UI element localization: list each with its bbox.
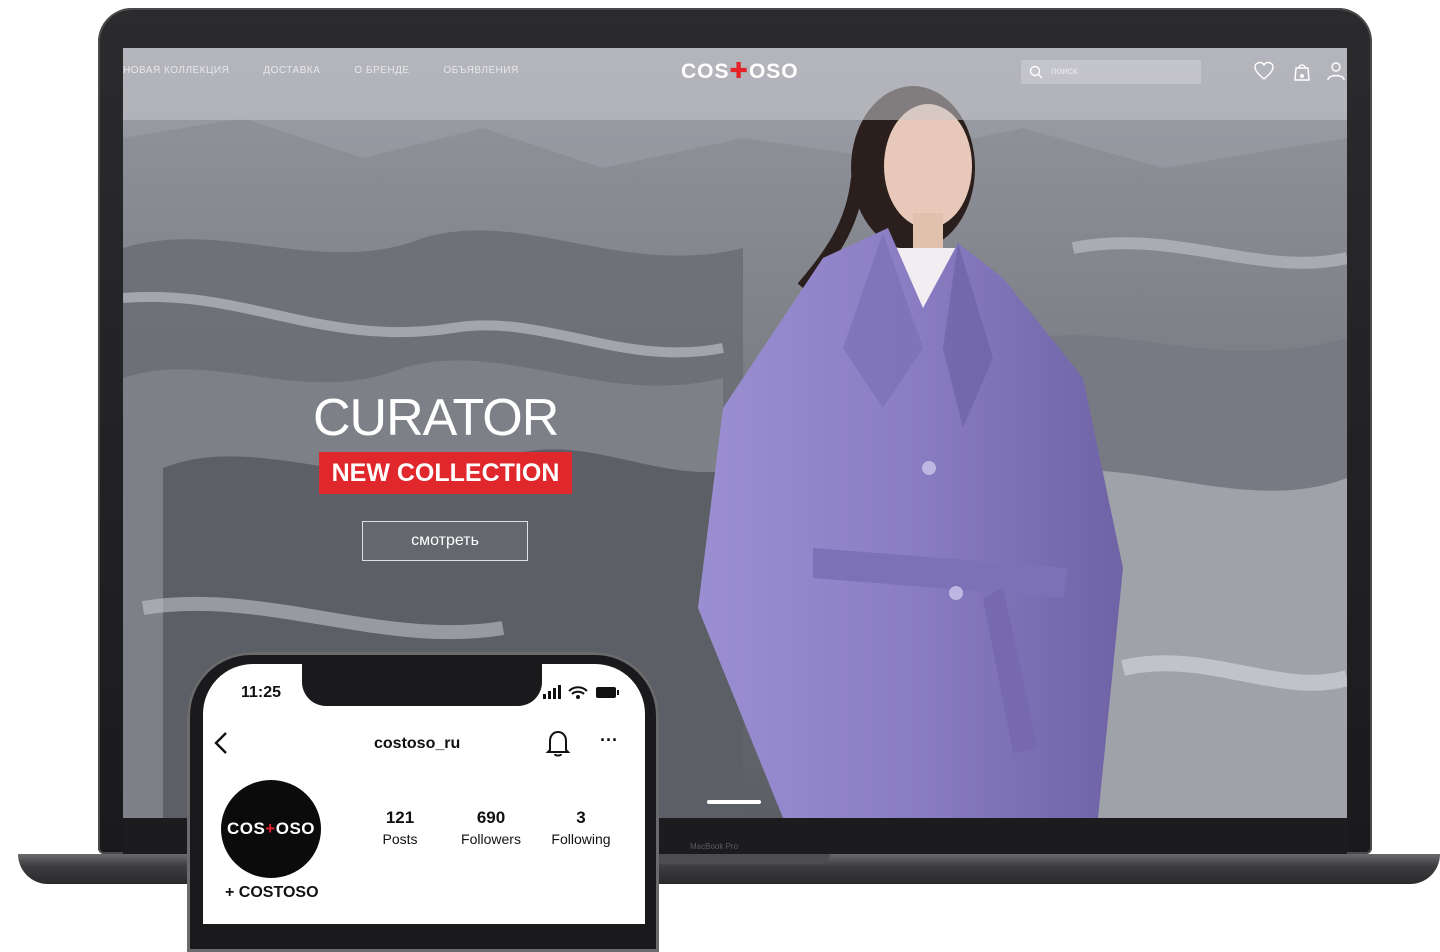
avatar-cross-icon: +	[265, 819, 276, 838]
nav-announcements[interactable]: объявления	[444, 65, 519, 76]
avatar-logo: COS+OSO	[227, 819, 315, 839]
main-nav: новая коллекция доставка о бренде объявл…	[123, 65, 519, 76]
bell-icon[interactable]	[544, 728, 572, 758]
site-header: новая коллекция доставка о бренде объявл…	[123, 48, 1347, 120]
heart-icon[interactable]	[1253, 60, 1275, 82]
nav-delivery[interactable]: доставка	[263, 65, 320, 76]
view-collection-button[interactable]: смотреть	[362, 521, 528, 561]
site-logo[interactable]: COS✚OSO	[681, 58, 799, 84]
stat-followers-value: 690	[476, 808, 506, 827]
back-chevron-icon[interactable]	[210, 730, 234, 756]
signal-icon	[543, 685, 561, 699]
nav-about[interactable]: о бренде	[354, 65, 409, 76]
stat-posts[interactable]: 121 Posts	[372, 808, 428, 847]
logo-cross-icon: ✚	[729, 58, 749, 83]
status-icons	[543, 685, 619, 699]
hero-badge: NEW COLLECTION	[319, 452, 572, 494]
profile-avatar[interactable]: COS+OSO	[221, 780, 321, 878]
search-input[interactable]: поиск	[1021, 60, 1201, 84]
hero-title: CURATOR	[313, 389, 559, 447]
stat-posts-label: Posts	[382, 831, 418, 847]
stat-following-label: Following	[551, 831, 611, 847]
user-icon[interactable]	[1325, 60, 1347, 82]
stat-following[interactable]: 3 Following	[540, 808, 622, 847]
bag-icon[interactable]	[1291, 60, 1313, 82]
slider-indicator[interactable]	[707, 800, 761, 804]
laptop-model-label: MacBook Pro	[690, 842, 739, 851]
stat-followers-label: Followers	[461, 831, 521, 847]
more-options-icon[interactable]: ···	[600, 730, 618, 751]
avatar-logo-right: OSO	[275, 819, 316, 838]
search-placeholder: поиск	[1051, 66, 1077, 77]
battery-icon	[596, 687, 619, 698]
logo-right: OSO	[748, 60, 799, 83]
stat-following-value: 3	[576, 808, 586, 827]
stat-followers[interactable]: 690 Followers	[450, 808, 532, 847]
stat-posts-value: 121	[385, 808, 415, 827]
avatar-logo-left: COS	[226, 819, 266, 838]
wifi-icon	[568, 686, 588, 699]
profile-brand-name: + COSTOSO	[225, 884, 319, 901]
search-icon	[1029, 65, 1043, 79]
status-time: 11:25	[241, 684, 282, 701]
logo-left: COS	[681, 60, 730, 83]
nav-new-collection[interactable]: новая коллекция	[123, 65, 229, 76]
phone-notch	[302, 664, 542, 706]
profile-username: costoso_ru	[374, 735, 461, 752]
laptop-hinge	[640, 854, 830, 864]
